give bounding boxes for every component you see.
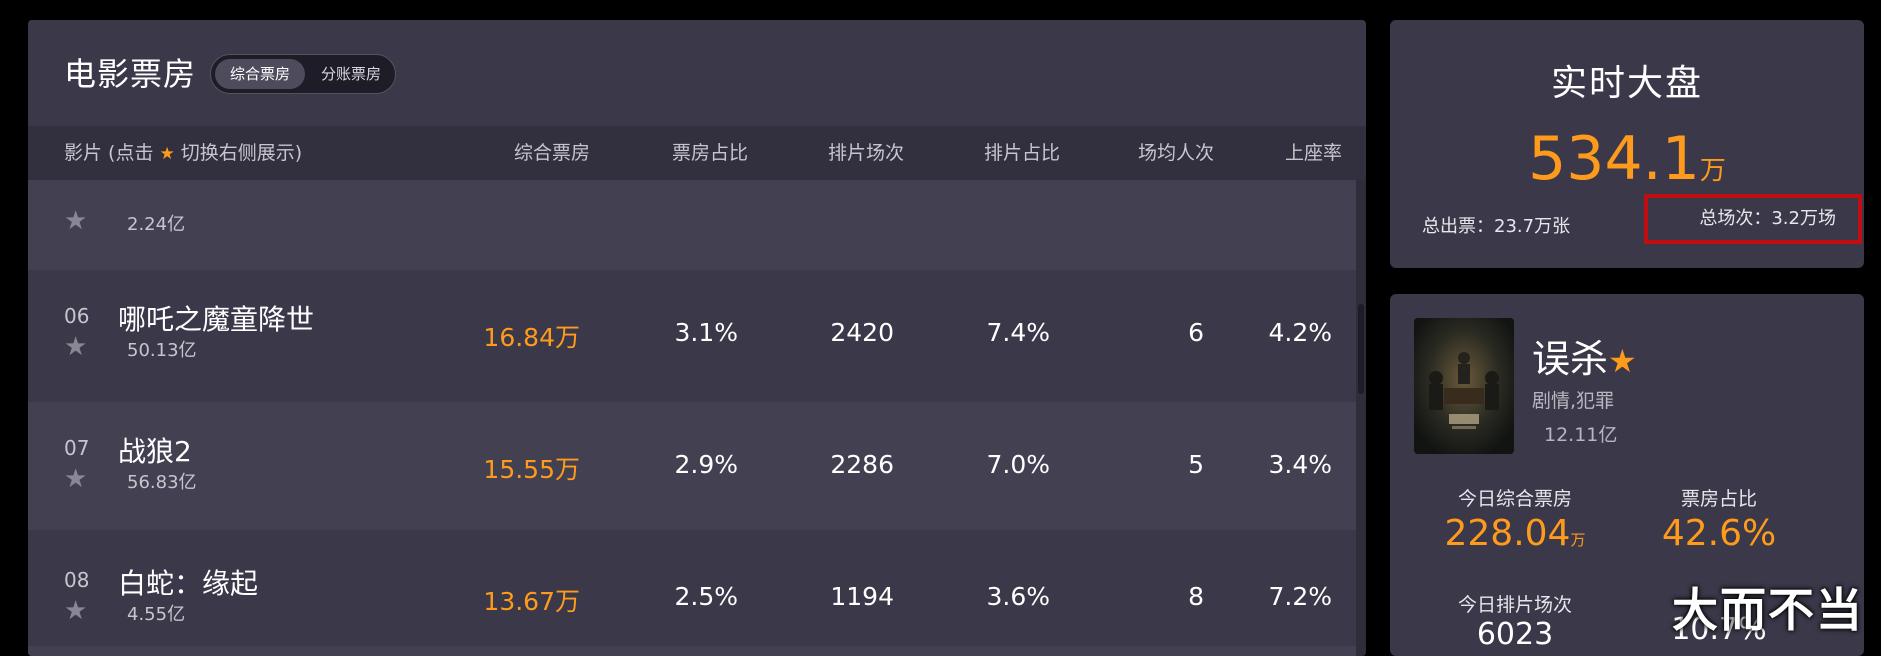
movie-title: 误杀★	[1532, 328, 1637, 383]
favorite-star-icon[interactable]: ★	[64, 466, 87, 492]
cell-share: 3.1%	[674, 318, 738, 347]
panel-header: 电影票房 综合票房 分账票房	[28, 20, 1366, 126]
box-office-type-toggle[interactable]: 综合票房 分账票房	[210, 54, 396, 94]
stat-label: 今日排片场次	[1457, 594, 1572, 616]
stat-value-number: 228.04	[1444, 513, 1571, 554]
table-scrollbar[interactable]	[1356, 180, 1366, 656]
total-tickets: 总出票：23.7万张	[1422, 216, 1571, 237]
box-office-panel: 电影票房 综合票房 分账票房 ★ 2.24亿 影片 (点击 ★ 切换右侧展示) …	[28, 20, 1366, 656]
table-row[interactable]: 06 ★ 哪吒之魔童降世 50.13亿 16.84万 3.1% 2420 7.4…	[28, 270, 1356, 398]
stat-today-shows: 今日排片场次 6023	[1430, 590, 1600, 652]
column-share[interactable]: 票房占比	[672, 126, 748, 180]
selected-star-icon[interactable]: ★	[1608, 342, 1637, 380]
movie-poster[interactable]	[1414, 318, 1514, 454]
column-show-share[interactable]: 排片占比	[984, 126, 1060, 180]
stat-today-box-office: 今日综合票房 228.04万	[1430, 484, 1600, 554]
panel-title: 电影票房	[64, 55, 197, 93]
film-total-gross: 4.55亿	[127, 604, 186, 625]
stat-value-unit: 万	[1570, 531, 1586, 549]
cell-share: 2.9%	[674, 450, 738, 479]
film-rank: 06	[64, 304, 90, 328]
column-film-suffix: 切换右侧展示)	[174, 142, 303, 164]
film-total-gross: 56.83亿	[127, 472, 197, 493]
stat-label: 今日综合票房	[1457, 488, 1572, 510]
stat-value: 6023	[1476, 617, 1554, 652]
realtime-value-number: 534.1	[1528, 124, 1700, 194]
favorite-star-icon[interactable]: ★	[64, 598, 87, 624]
cell-occupancy: 3.4%	[1268, 450, 1332, 479]
toggle-combined-box-office[interactable]: 综合票房	[215, 59, 305, 89]
poster-image	[1414, 318, 1514, 454]
film-total-gross: 50.13亿	[127, 340, 197, 361]
realtime-summary-card: 实时大盘 534.1万 总出票：23.7万张 总场次：3.2万场	[1390, 20, 1864, 268]
cell-shows: 2286	[830, 450, 894, 479]
column-shows[interactable]: 排片场次	[828, 126, 904, 180]
column-occupancy[interactable]: 上座率	[1285, 126, 1342, 180]
movie-title-text: 误杀	[1532, 337, 1609, 381]
total-shows-highlighted: 总场次：3.2万场	[1644, 194, 1862, 244]
cell-shows: 1194	[830, 582, 894, 611]
cell-avg-audience: 8	[1188, 582, 1204, 611]
realtime-title: 实时大盘	[1550, 63, 1703, 104]
cell-share: 2.5%	[674, 582, 738, 611]
film-name[interactable]: 哪吒之魔童降世	[118, 298, 314, 338]
film-rank: 07	[64, 436, 90, 460]
table-row	[28, 646, 1356, 656]
toggle-split-box-office[interactable]: 分账票房	[309, 59, 393, 89]
column-avg-audience[interactable]: 场均人次	[1138, 126, 1214, 180]
stat-box-office-share: 票房占比 42.6%	[1644, 484, 1794, 554]
cell-show-share: 7.0%	[986, 450, 1050, 479]
table-row[interactable]: 07 ★ 战狼2 56.83亿 15.55万 2.9% 2286 7.0% 5 …	[28, 402, 1356, 530]
cell-show-share: 3.6%	[986, 582, 1050, 611]
cell-occupancy: 4.2%	[1268, 318, 1332, 347]
star-icon: ★	[159, 144, 175, 164]
stat-value: 42.6%	[1661, 513, 1777, 554]
film-rank: 08	[64, 568, 90, 592]
favorite-star-icon[interactable]: ★	[64, 208, 87, 234]
cell-occupancy: 7.2%	[1268, 582, 1332, 611]
film-total-gross: 2.24亿	[127, 214, 186, 235]
cell-shows: 2420	[830, 318, 894, 347]
table-header: 影片 (点击 ★ 切换右侧展示) 综合票房 票房占比 排片场次 排片占比 场均人…	[28, 126, 1366, 180]
column-film-prefix: 影片 (点击	[64, 142, 160, 164]
film-name[interactable]: 战狼2	[118, 430, 192, 470]
watermark-text: 大而不当	[1672, 583, 1864, 637]
cell-box-office: 16.84万	[483, 323, 580, 352]
column-box-office[interactable]: 综合票房	[514, 126, 590, 180]
scrollbar-thumb[interactable]	[1358, 304, 1364, 394]
stat-value: 228.04万	[1430, 513, 1600, 554]
stat-label: 票房占比	[1680, 488, 1757, 510]
cell-box-office: 13.67万	[483, 587, 580, 616]
table-row[interactable]: 08 ★ 白蛇：缘起 4.55亿 13.67万 2.5% 1194 3.6% 8…	[28, 534, 1356, 656]
film-name[interactable]: 白蛇：缘起	[118, 562, 258, 602]
cell-box-office: 15.55万	[483, 455, 580, 484]
favorite-star-icon[interactable]: ★	[64, 334, 87, 360]
cell-show-share: 7.4%	[986, 318, 1050, 347]
cell-avg-audience: 5	[1188, 450, 1204, 479]
movie-genre: 剧情,犯罪	[1532, 390, 1615, 412]
table-row[interactable]: ★ 2.24亿	[28, 180, 1356, 270]
column-film: 影片 (点击 ★ 切换右侧展示)	[64, 126, 302, 181]
app-root: 电影票房 综合票房 分账票房 ★ 2.24亿 影片 (点击 ★ 切换右侧展示) …	[0, 0, 1881, 656]
movie-total-gross: 12.11亿	[1544, 424, 1618, 446]
cell-avg-audience: 6	[1188, 318, 1204, 347]
realtime-value-unit: 万	[1699, 156, 1726, 186]
